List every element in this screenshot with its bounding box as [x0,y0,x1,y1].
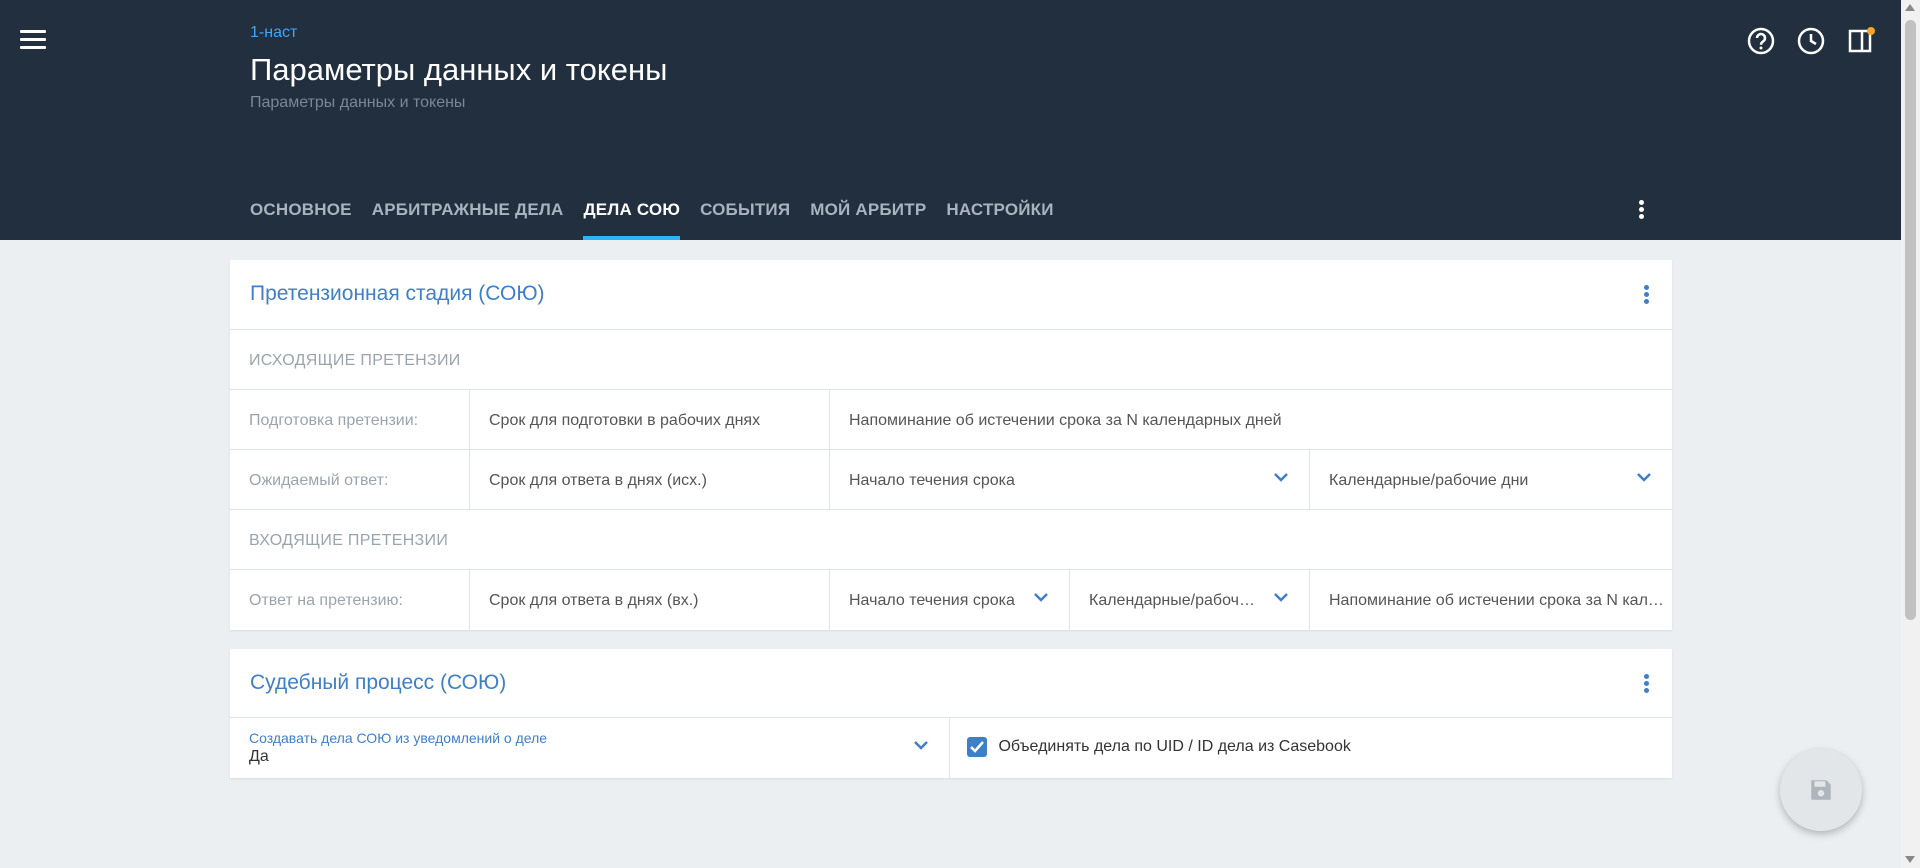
tab-settings[interactable]: НАСТРОЙКИ [946,188,1053,240]
create-cases-label: Создавать дела СОЮ из уведомлений о деле [249,730,548,746]
prep-row: Подготовка претензии: Срок для подготовк… [230,390,1672,450]
merge-checkbox[interactable] [966,736,988,758]
answer-reminder-input[interactable]: Напоминание об истечении срока за N кале… [1310,570,1672,630]
app-header: 1-наст Параметры данных и токены Парамет… [0,0,1901,240]
scroll-up-icon[interactable] [1905,4,1915,11]
tab-main[interactable]: ОСНОВНОЕ [250,188,352,240]
tab-events[interactable]: СОБЫТИЯ [700,188,790,240]
answer-daytype-value: Календарные/рабочие дни [1089,592,1289,609]
answer-row: Ответ на претензию: Срок для ответа в дн… [230,570,1672,630]
page-scrollbar[interactable] [1901,0,1920,868]
help-icon[interactable] [1746,26,1776,56]
answer-label: Ответ на претензию: [230,570,470,630]
expected-start-value: Начало течения срока [849,472,1015,489]
chevron-down-icon [914,741,928,750]
court-settings-row: Создавать дела СОЮ из уведомлений о деле… [230,718,1672,778]
prep-reminder-input[interactable]: Напоминание об истечении срока за N кале… [830,390,1672,450]
claims-card: Претензионная стадия (СОЮ) ИСХОДЯЩИЕ ПРЕ… [230,260,1672,630]
create-cases-select[interactable]: Создавать дела СОЮ из уведомлений о деле… [230,718,950,778]
chevron-down-icon [1637,473,1651,482]
expected-row: Ожидаемый ответ: Срок для ответа в днях … [230,450,1672,510]
merge-label: Объединять дела по UID / ID дела из Case… [998,738,1351,755]
expected-label: Ожидаемый ответ: [230,450,470,510]
page-subtitle: Параметры данных и токены [250,94,466,111]
answer-start-select[interactable]: Начало течения срока [830,570,1070,630]
court-card: Судебный процесс (СОЮ) Создавать дела СО… [230,649,1672,778]
page-title: Параметры данных и токены [250,52,668,87]
chevron-down-icon [1274,473,1288,482]
history-icon[interactable] [1796,26,1826,56]
answer-start-value: Начало течения срока [849,592,1015,609]
scroll-thumb[interactable] [1905,20,1916,620]
breadcrumb[interactable]: 1-наст [250,24,297,42]
create-cases-value: Да [249,748,269,765]
tab-bar: ОСНОВНОЕ АРБИТРАЖНЫЕ ДЕЛА ДЕЛА СОЮ СОБЫТ… [250,188,1074,240]
tab-arbitration-cases[interactable]: АРБИТРАЖНЫЕ ДЕЛА [372,188,564,240]
claims-more-icon[interactable] [1640,283,1652,307]
expected-daytype-select[interactable]: Календарные/рабочие дни [1310,450,1672,510]
court-more-icon[interactable] [1640,672,1652,696]
notification-dot [1867,27,1875,35]
tab-my-arbiter[interactable]: МОЙ АРБИТР [810,188,926,240]
save-icon [1811,780,1831,800]
prep-label: Подготовка претензии: [230,390,470,450]
merge-cases-option: Объединять дела по UID / ID дела из Case… [950,718,1672,778]
scroll-down-icon[interactable] [1905,856,1915,863]
expected-days-input[interactable]: Срок для ответа в днях (исх.) [470,450,830,510]
header-more-icon[interactable] [1630,198,1652,222]
tab-general-court-cases[interactable]: ДЕЛА СОЮ [583,188,681,240]
outgoing-claims-heading: ИСХОДЯЩИЕ ПРЕТЕНЗИИ [249,352,461,369]
incoming-section: ВХОДЯЩИЕ ПРЕТЕНЗИИ [230,510,1672,570]
chevron-down-icon [1274,593,1288,602]
answer-days-input[interactable]: Срок для ответа в днях (вх.) [470,570,830,630]
answer-daytype-select[interactable]: Календарные/рабочие дни [1070,570,1310,630]
expected-daytype-value: Календарные/рабочие дни [1329,472,1529,489]
claims-card-title: Претензионная стадия (СОЮ) [250,282,545,305]
expected-start-select[interactable]: Начало течения срока [830,450,1310,510]
chevron-down-icon [1034,593,1048,602]
court-card-title: Судебный процесс (СОЮ) [250,671,507,694]
panel-icon[interactable] [1846,26,1876,56]
incoming-claims-heading: ВХОДЯЩИЕ ПРЕТЕНЗИИ [249,532,449,549]
outgoing-section: ИСХОДЯЩИЕ ПРЕТЕНЗИИ [230,330,1672,390]
prep-days-input[interactable]: Срок для подготовки в рабочих днях [470,390,830,450]
save-button[interactable] [1780,749,1862,831]
menu-icon[interactable] [20,30,46,50]
